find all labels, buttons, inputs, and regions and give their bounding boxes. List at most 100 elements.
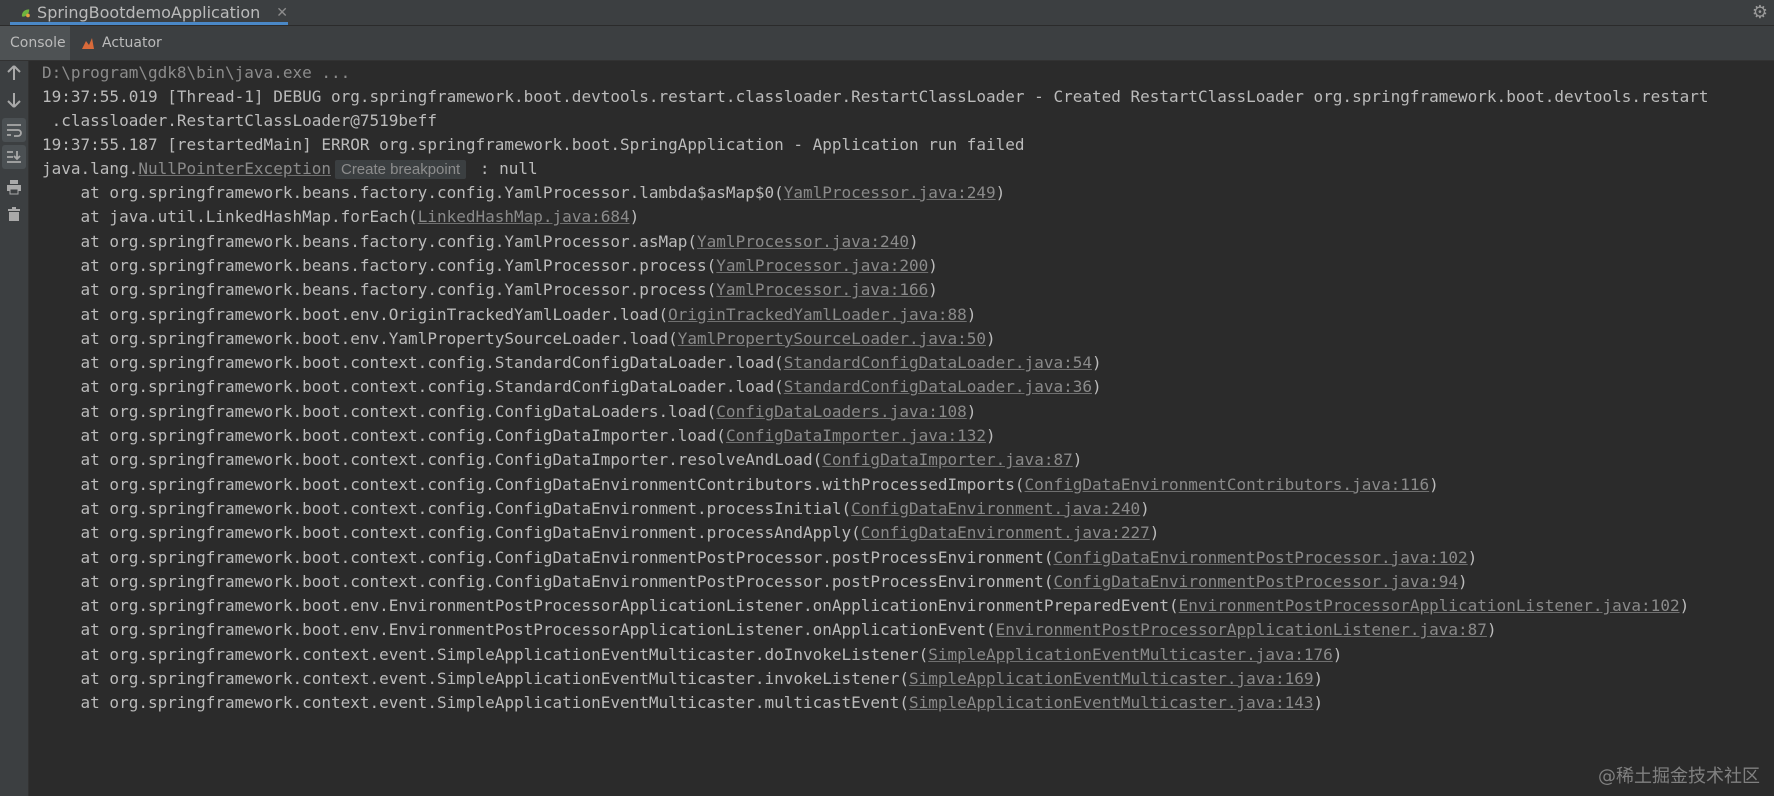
stack-frame-text: at org.springframework.boot.context.conf… bbox=[42, 401, 717, 421]
stack-frame: at org.springframework.boot.env.Environm… bbox=[42, 594, 1690, 618]
stack-frame-text: at org.springframework.boot.context.conf… bbox=[42, 498, 852, 518]
stack-frame: at java.util.LinkedHashMap.forEach(Linke… bbox=[42, 205, 640, 229]
stack-frame: at org.springframework.beans.factory.con… bbox=[42, 230, 919, 254]
source-link[interactable]: StandardConfigDataLoader.java:36 bbox=[784, 377, 1092, 396]
close-paren: ) bbox=[1313, 669, 1324, 688]
scroll-to-end-icon[interactable] bbox=[2, 145, 26, 169]
console-toolbar bbox=[0, 61, 29, 796]
close-paren: ) bbox=[986, 426, 996, 445]
close-paren: ) bbox=[1149, 523, 1160, 543]
close-paren: ) bbox=[986, 328, 996, 348]
source-link[interactable]: EnvironmentPostProcessorApplicationListe… bbox=[996, 620, 1487, 639]
watermark: @稀土掘金技术社区 bbox=[1598, 766, 1760, 787]
run-tab-label: SpringBootdemoApplication bbox=[37, 3, 261, 22]
command-line: D:\program\gdk8\bin\java.exe ... bbox=[42, 63, 351, 82]
stack-frame: at org.springframework.boot.context.conf… bbox=[42, 497, 1150, 521]
stack-frame-text: at org.springframework.boot.env.Environm… bbox=[42, 596, 1179, 616]
stack-frame: at org.springframework.boot.env.OriginTr… bbox=[42, 303, 977, 327]
source-link[interactable]: SimpleApplicationEventMulticaster.java:1… bbox=[928, 645, 1333, 664]
tab-actuator[interactable]: Actuator bbox=[70, 26, 172, 60]
stack-frame: at org.springframework.boot.context.conf… bbox=[42, 375, 1102, 399]
stack-frame-text: at org.springframework.boot.context.conf… bbox=[42, 571, 1054, 591]
stack-frame: at org.springframework.boot.env.YamlProp… bbox=[42, 327, 996, 351]
stack-frame-text: at org.springframework.boot.context.conf… bbox=[42, 474, 1025, 494]
stack-frame: at org.springframework.boot.context.conf… bbox=[42, 546, 1478, 570]
soft-wrap-icon[interactable] bbox=[2, 118, 26, 142]
close-paren: ) bbox=[1486, 620, 1497, 640]
stack-frame: at org.springframework.boot.context.conf… bbox=[42, 400, 977, 424]
stack-frame: at org.springframework.boot.env.Environm… bbox=[42, 618, 1497, 642]
stack-frame: at org.springframework.beans.factory.con… bbox=[42, 278, 938, 302]
source-link[interactable]: YamlPropertySourceLoader.java:50 bbox=[678, 329, 986, 348]
stack-frame-text: at org.springframework.beans.factory.con… bbox=[42, 231, 698, 251]
close-paren: ) bbox=[1429, 474, 1439, 494]
source-link[interactable]: ConfigDataImporter.java:132 bbox=[726, 426, 986, 445]
stack-frame-text: at org.springframework.boot.context.conf… bbox=[42, 426, 726, 445]
debug-line: 19:37:55.019 [Thread-1] DEBUG org.spring… bbox=[42, 87, 1709, 106]
stack-frame: at org.springframework.context.event.Sim… bbox=[42, 643, 1343, 667]
exception-prefix: java.lang. bbox=[42, 159, 139, 178]
stack-frame: at org.springframework.boot.context.conf… bbox=[42, 424, 996, 448]
exception-suffix: : null bbox=[470, 159, 538, 178]
exception-link[interactable]: NullPointerException bbox=[138, 159, 331, 178]
stack-frame-text: at org.springframework.beans.factory.con… bbox=[42, 255, 717, 275]
actuator-icon bbox=[82, 38, 94, 49]
stack-frame-text: at org.springframework.beans.factory.con… bbox=[42, 183, 784, 202]
exception-line: java.lang.NullPointerException Create bre… bbox=[42, 157, 538, 181]
stack-frame-text: at org.springframework.boot.context.conf… bbox=[42, 523, 861, 543]
stack-frame-text: at org.springframework.boot.context.conf… bbox=[42, 353, 784, 373]
close-paren: ) bbox=[629, 207, 640, 227]
close-paren: ) bbox=[966, 401, 977, 421]
source-link[interactable]: SimpleApplicationEventMulticaster.java:1… bbox=[909, 669, 1314, 688]
stack-frame: at org.springframework.boot.context.conf… bbox=[42, 351, 1102, 375]
close-paren: ) bbox=[1091, 353, 1102, 373]
source-link[interactable]: ConfigDataLoaders.java:108 bbox=[716, 402, 966, 421]
trash-icon[interactable] bbox=[2, 202, 26, 226]
run-tab-bar: SpringBootdemoApplication ✕ ⚙ bbox=[0, 0, 1774, 26]
stack-frame-text: at org.springframework.boot.context.conf… bbox=[42, 547, 1054, 567]
close-paren: ) bbox=[966, 304, 977, 324]
close-paren: ) bbox=[995, 183, 1006, 202]
tab-console-label: Console bbox=[10, 35, 66, 51]
down-arrow-icon[interactable] bbox=[2, 88, 26, 112]
source-link[interactable]: ConfigDataEnvironmentPostProcessor.java:… bbox=[1053, 572, 1458, 591]
close-paren: ) bbox=[1072, 450, 1083, 470]
debug-line-continued: .classloader.RestartClassLoader@7519beff bbox=[42, 111, 437, 130]
source-link[interactable]: ConfigDataEnvironmentContributors.java:1… bbox=[1025, 475, 1430, 494]
source-link[interactable]: YamlProcessor.java:200 bbox=[716, 256, 928, 275]
source-link[interactable]: YamlProcessor.java:240 bbox=[697, 232, 909, 251]
error-line: 19:37:55.187 [restartedMain] ERROR org.s… bbox=[42, 135, 1025, 154]
stack-frame: at org.springframework.beans.factory.con… bbox=[42, 254, 938, 278]
source-link[interactable]: ConfigDataEnvironment.java:240 bbox=[851, 499, 1140, 518]
source-link[interactable]: ConfigDataEnvironment.java:227 bbox=[861, 523, 1150, 542]
source-link[interactable]: StandardConfigDataLoader.java:54 bbox=[784, 353, 1092, 372]
gear-icon[interactable]: ⚙ bbox=[1752, 2, 1768, 23]
close-paren: ) bbox=[1679, 596, 1690, 616]
close-paren: ) bbox=[1140, 498, 1150, 518]
source-link[interactable]: OriginTrackedYamlLoader.java:88 bbox=[668, 305, 967, 324]
close-paren: ) bbox=[928, 280, 938, 300]
source-link[interactable]: SimpleApplicationEventMulticaster.java:1… bbox=[909, 693, 1314, 712]
tab-console[interactable]: Console bbox=[0, 26, 70, 60]
create-breakpoint-hint[interactable]: Create breakpoint bbox=[334, 160, 467, 179]
source-link[interactable]: EnvironmentPostProcessorApplicationListe… bbox=[1179, 596, 1680, 615]
stack-frame-text: at org.springframework.boot.context.conf… bbox=[42, 450, 823, 470]
close-paren: ) bbox=[908, 231, 919, 251]
source-link[interactable]: ConfigDataEnvironmentPostProcessor.java:… bbox=[1053, 548, 1467, 567]
source-link[interactable]: LinkedHashMap.java:684 bbox=[418, 207, 630, 226]
console-output[interactable]: D:\program\gdk8\bin\java.exe ... 19:37:5… bbox=[28, 61, 1774, 796]
source-link[interactable]: YamlProcessor.java:166 bbox=[716, 280, 928, 299]
up-arrow-icon[interactable] bbox=[2, 61, 26, 85]
stack-frame-text: at org.springframework.context.event.Sim… bbox=[42, 644, 929, 664]
stack-frame: at org.springframework.boot.context.conf… bbox=[42, 521, 1160, 545]
close-paren: ) bbox=[1467, 547, 1478, 567]
stack-frame-text: at org.springframework.boot.env.Environm… bbox=[42, 620, 996, 640]
tab-actuator-label: Actuator bbox=[102, 35, 162, 51]
print-icon[interactable] bbox=[2, 175, 26, 199]
source-link[interactable]: YamlProcessor.java:249 bbox=[784, 183, 996, 202]
stack-frame-text: at org.springframework.boot.env.YamlProp… bbox=[42, 328, 678, 348]
run-tab-springbootdemo[interactable]: SpringBootdemoApplication ✕ bbox=[10, 0, 288, 25]
stack-frame-text: at org.springframework.context.event.Sim… bbox=[42, 693, 909, 713]
close-icon[interactable]: ✕ bbox=[276, 5, 288, 21]
source-link[interactable]: ConfigDataImporter.java:87 bbox=[822, 450, 1072, 469]
